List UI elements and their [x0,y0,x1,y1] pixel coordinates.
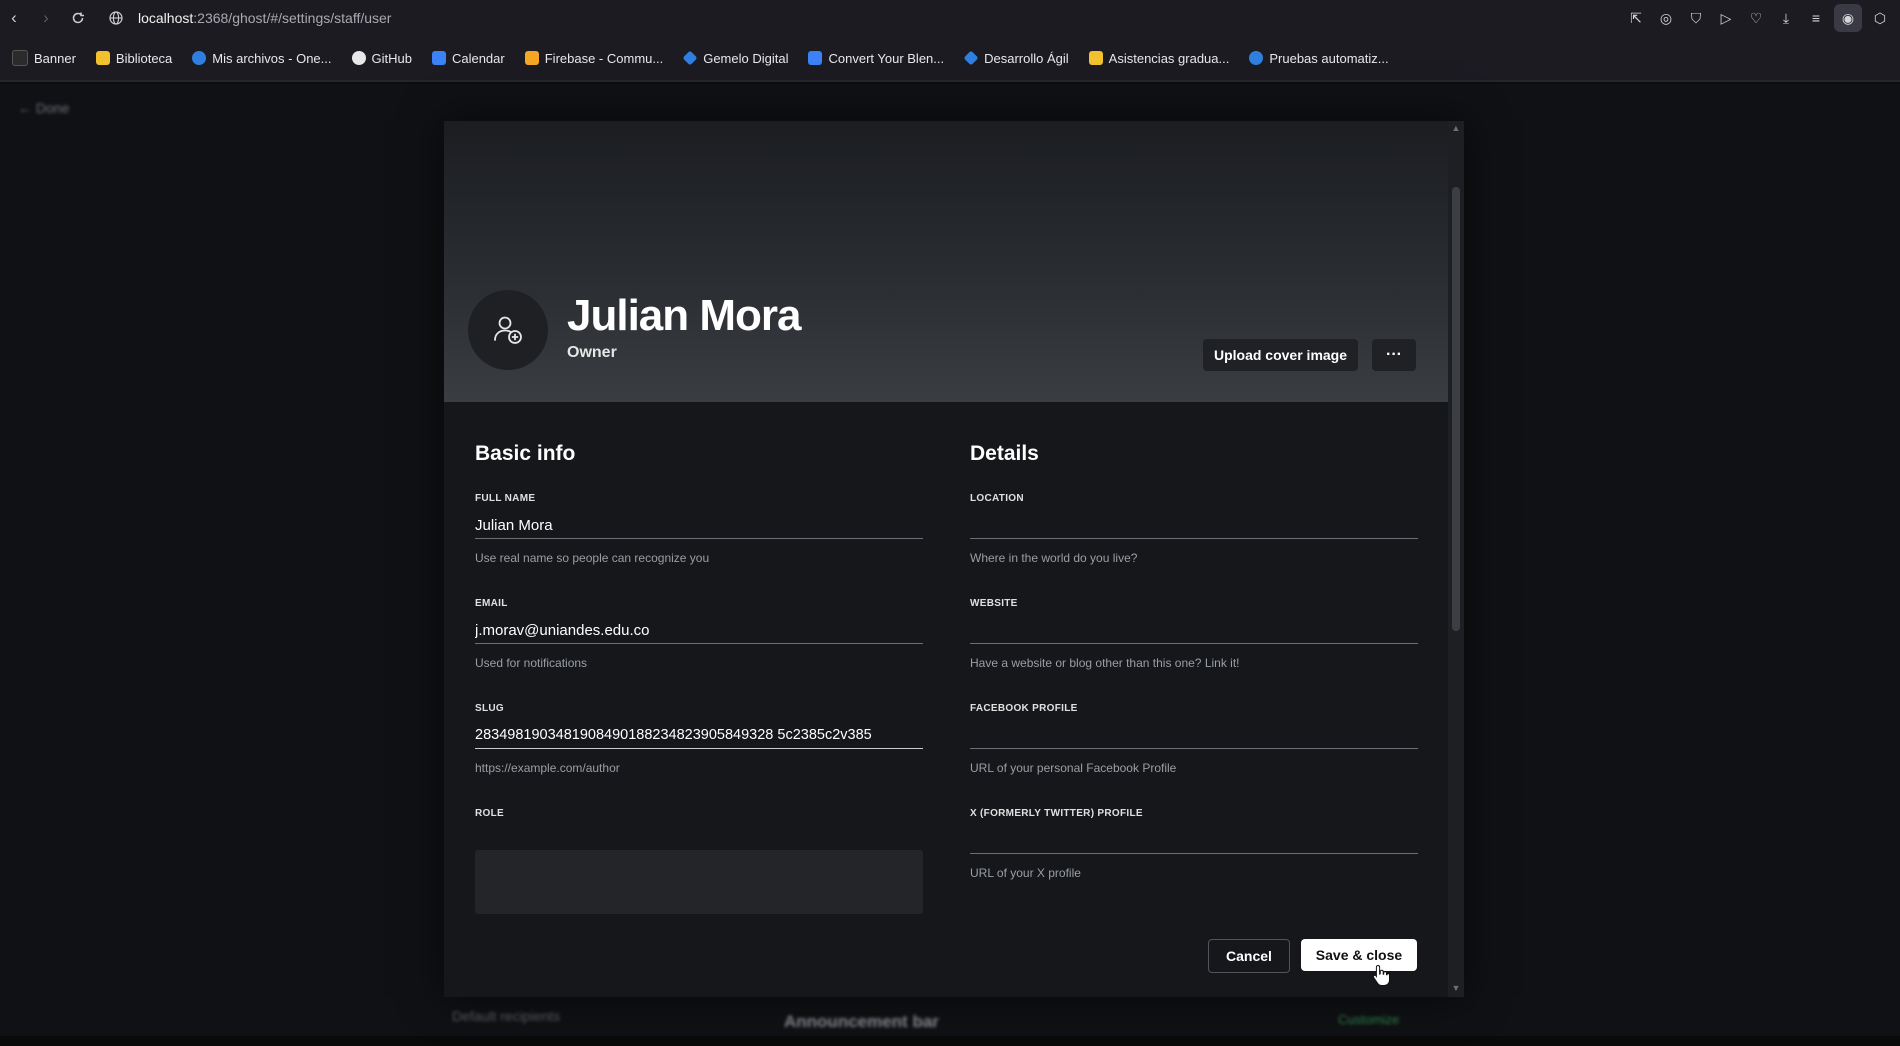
facebook-label: FACEBOOK PROFILE [970,703,1078,714]
back-icon[interactable]: ‹ [0,4,28,32]
full-name-input[interactable] [475,512,923,539]
hand-cursor-icon [1372,964,1390,986]
bookmark-pruebas[interactable]: Pruebas automatiz... [1249,51,1389,66]
play-icon[interactable]: ▷ [1714,4,1738,32]
menu-icon[interactable]: ≡ [1804,4,1828,32]
avatar-upload[interactable] [468,290,548,370]
profile-name: Julian Mora [567,291,801,340]
scroll-thumb[interactable] [1452,187,1460,631]
url-host: localhost [138,10,194,26]
url-bar[interactable]: localhost:2368/ghost/#/settings/staff/us… [106,4,391,32]
shield-icon[interactable]: ⛉ [1684,4,1708,32]
background-announcement-bar: Announcement bar [784,1012,939,1031]
location-hint: Where in the world do you live? [970,551,1138,565]
profile-role: Owner [567,344,617,361]
user-profile-modal: Julian Mora Owner Upload cover image ···… [444,121,1464,997]
facebook-hint: URL of your personal Facebook Profile [970,761,1177,775]
bookmark-convert[interactable]: Convert Your Blen... [808,51,944,66]
slug-input[interactable] [475,722,923,749]
bookmark-icon [1088,51,1103,65]
c-icon [1249,51,1264,65]
location-input[interactable] [970,512,1418,539]
website-input[interactable] [970,617,1418,644]
bookmark-icon [95,51,110,65]
browser-toolbar: ‹ › localhost:2368/ghost/#/settings/staf… [0,0,1900,36]
calendar-icon [431,51,446,65]
email-hint: Used for notifications [475,656,588,670]
email-label: EMAIL [475,598,508,609]
website-hint: Have a website or blog other than this o… [970,656,1240,670]
slug-hint: https://example.com/author [475,761,620,775]
x-profile-input[interactable] [970,827,1418,854]
bookmark-desarrollo[interactable]: Desarrollo Ágil [963,50,1069,66]
reload-icon[interactable] [64,4,92,32]
slug-label: SLUG [475,703,504,714]
bookmark-firebase[interactable]: Firebase - Commu... [524,51,663,66]
bookmark-gemelo[interactable]: Gemelo Digital [682,50,788,66]
bookmark-calendar[interactable]: Calendar [431,51,505,66]
diamond-icon [682,50,698,66]
add-user-icon [494,316,522,344]
share-icon[interactable]: ⇱ [1624,4,1648,32]
full-name-hint: Use real name so people can recognize yo… [475,551,710,565]
profile-icon[interactable]: ◉ [1834,4,1862,32]
bookmark-onedrive[interactable]: Mis archivos - One... [192,51,332,66]
bookmark-icon [12,50,28,66]
cloud-icon [192,51,207,65]
scroll-up-icon[interactable]: ▲ [1451,123,1461,133]
location-label: LOCATION [970,493,1024,504]
extensions-icon[interactable]: ⬡ [1868,4,1892,32]
upload-cover-button[interactable]: Upload cover image [1203,339,1358,371]
full-name-label: FULL NAME [475,493,536,504]
bookmarks-bar: Banner Biblioteca Mis archivos - One... … [0,36,1900,82]
modal-scrollbar[interactable]: ▲ ▼ [1448,121,1464,997]
facebook-input[interactable] [970,722,1418,749]
bookmark-asistencias[interactable]: Asistencias gradua... [1088,51,1229,66]
cancel-button[interactable]: Cancel [1208,939,1290,973]
background-customize-link: Customize [1338,1012,1400,1027]
convert-icon [808,51,823,65]
basic-info-title: Basic info [475,442,576,465]
website-label: WEBSITE [970,598,1018,609]
bookmark-github[interactable]: GitHub [351,51,412,66]
role-select[interactable] [475,850,923,914]
details-title: Details [970,442,1039,465]
url-path: :2368/ghost/#/settings/staff/user [193,10,392,26]
background-default-recipients: Default recipients [452,1008,561,1024]
scroll-down-icon[interactable]: ▼ [1451,983,1461,993]
x-profile-label: X (FORMERLY TWITTER) PROFILE [970,808,1143,819]
more-options-button[interactable]: ··· [1372,339,1416,371]
heart-icon[interactable]: ♡ [1744,4,1768,32]
diamond-icon [963,50,979,66]
firebase-icon [524,51,539,65]
taskbar-strip [0,1036,1900,1046]
globe-icon [106,8,126,28]
screenshot-icon[interactable]: ◎ [1654,4,1678,32]
forward-icon[interactable]: › [32,4,60,32]
email-input[interactable] [475,617,923,644]
save-close-button[interactable]: Save & close [1301,939,1417,971]
bookmark-biblioteca[interactable]: Biblioteca [95,51,172,66]
role-label: ROLE [475,808,504,819]
github-icon [351,51,366,65]
download-icon[interactable]: ⤓ [1774,4,1798,32]
done-link[interactable]: ← Done [18,100,69,116]
bookmark-banner[interactable]: Banner [12,50,76,66]
x-profile-hint: URL of your X profile [970,866,1081,880]
